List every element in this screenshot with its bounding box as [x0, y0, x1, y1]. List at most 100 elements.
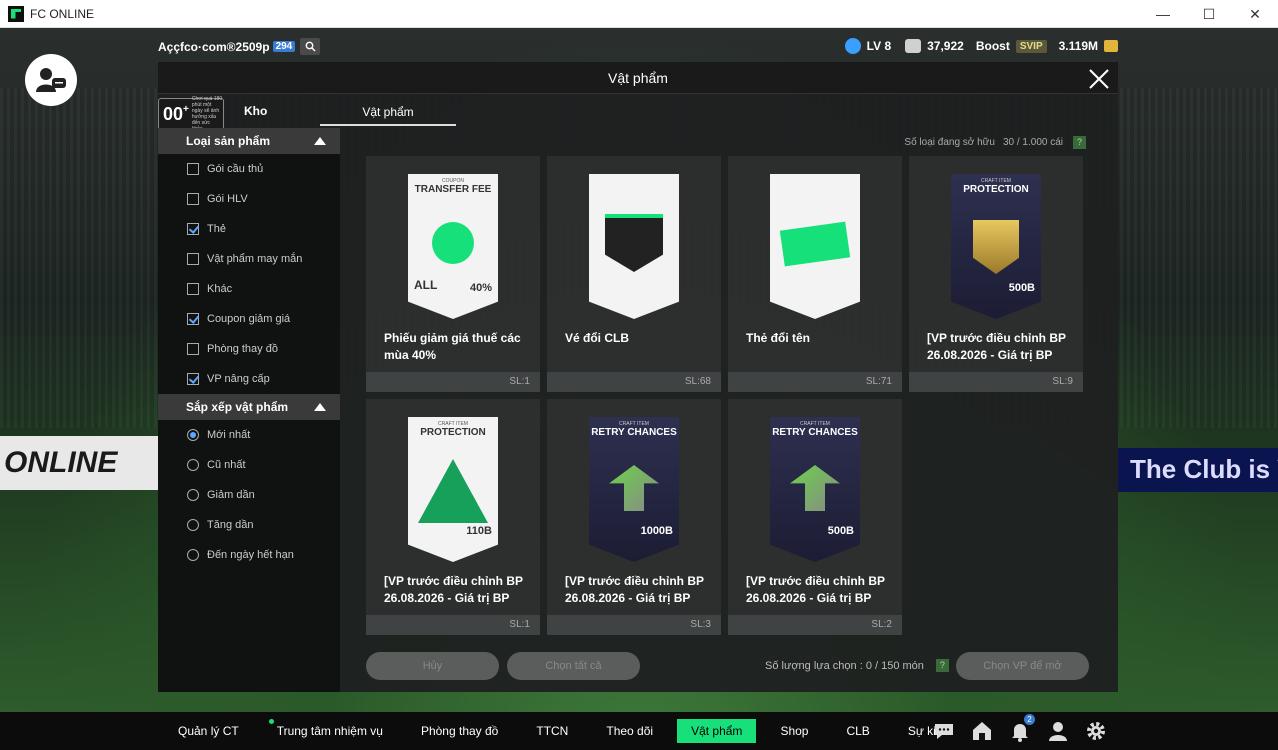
category-option[interactable]: Phòng thay đồ: [158, 334, 340, 364]
sort-option[interactable]: Mới nhất: [158, 420, 340, 450]
home-button[interactable]: [970, 719, 994, 743]
checkbox-checked-icon[interactable]: [187, 313, 199, 325]
item-card[interactable]: CRAFT ITEM PROTECTION 500B [VP trước điều c…: [909, 156, 1083, 392]
radio-icon[interactable]: [187, 519, 199, 531]
item-emblem-icon: [418, 459, 488, 523]
category-section-header[interactable]: Loại sản phẩm: [158, 128, 340, 154]
search-button[interactable]: [300, 38, 321, 55]
age-rating-plus: +: [183, 103, 189, 115]
sort-section-header[interactable]: Sắp xếp vật phẩm: [158, 394, 340, 420]
collapse-up-icon: [314, 137, 326, 145]
item-name: Thẻ đổi tên: [746, 331, 810, 345]
age-rating-number: 00: [163, 103, 184, 124]
account-info: Aççfco·com®2509p 294: [158, 38, 321, 55]
category-option[interactable]: VP nâng cấp: [158, 364, 340, 394]
sort-option[interactable]: Tăng dần: [158, 510, 340, 540]
checkbox-icon[interactable]: [187, 343, 199, 355]
svip-badge: SVIP: [1015, 39, 1047, 53]
checkbox-checked-icon[interactable]: [187, 373, 199, 385]
radio-icon[interactable]: [187, 549, 199, 561]
radio-icon[interactable]: [187, 489, 199, 501]
chat-button[interactable]: [932, 719, 956, 743]
bp-icon: [1104, 40, 1118, 52]
nav-item-label: TTCN: [536, 724, 569, 738]
friend-chat-button[interactable]: [25, 54, 77, 106]
item-card[interactable]: CRAFT ITEM RETRY CHANCES 500B [VP trước điề…: [728, 399, 902, 635]
item-art-title: PROTECTION: [420, 427, 486, 438]
nav-item-label: Theo dõi: [606, 724, 654, 738]
category-option[interactable]: Gói cầu thủ: [158, 154, 340, 184]
item-emblem-icon: [609, 465, 659, 511]
profile-button[interactable]: [1046, 719, 1070, 743]
sort-option[interactable]: Cũ nhất: [158, 450, 340, 480]
user-chat-icon: [36, 68, 66, 92]
player-stats: LV 8 37,922 Boost SVIP 3.119M: [844, 38, 1118, 54]
item-card[interactable]: CRAFT ITEM PROTECTION 110B [VP trước điều c…: [366, 399, 540, 635]
top-status-bar: Aççfco·com®2509p 294 LV 8 37,922 Boost S…: [0, 36, 1278, 58]
app-logo-icon: [8, 5, 24, 22]
nav-item-label: Shop: [780, 724, 809, 738]
nav-item[interactable]: TTCN: [522, 719, 582, 743]
checkbox-icon[interactable]: [187, 253, 199, 265]
category-option[interactable]: Khác: [158, 274, 340, 304]
item-quantity: SL:9: [909, 372, 1083, 392]
category-option[interactable]: Vật phẩm may mắn: [158, 244, 340, 274]
nav-item-label: Trung tâm nhiệm vụ: [276, 724, 383, 738]
radio-icon[interactable]: [187, 459, 199, 471]
close-window-button[interactable]: ✕: [1232, 0, 1278, 28]
item-card[interactable]: COUPON TRANSFER FEE ALL 40% Phiếu giảm giá t…: [366, 156, 540, 392]
item-art-foot-right: 40%: [469, 282, 492, 294]
nav-item[interactable]: Phòng thay đồ: [407, 719, 512, 743]
tab-vat-pham[interactable]: Vật phẩm: [320, 102, 456, 126]
item-art-foot-right: 500B: [827, 525, 854, 537]
nav-item[interactable]: CLB: [832, 719, 883, 743]
sort-option[interactable]: Đến ngày hết hạn: [158, 540, 340, 570]
item-card[interactable]: Vé đổi CLB SL:68: [547, 156, 721, 392]
help-icon[interactable]: ?: [935, 659, 949, 672]
nav-item-label: CLB: [846, 724, 870, 738]
item-art-foot-right: 110B: [466, 525, 492, 537]
category-option-label: VP nâng cấp: [207, 373, 270, 385]
category-option[interactable]: Coupon giảm giá: [158, 304, 340, 334]
tab-kho[interactable]: Kho: [244, 104, 267, 118]
nav-item[interactable]: Shop: [766, 719, 822, 743]
nav-item[interactable]: Vật phẩm: [677, 719, 757, 743]
sort-option-label: Mới nhất: [207, 429, 251, 441]
notification-button[interactable]: 2: [1008, 714, 1035, 743]
category-option[interactable]: Gói HLV: [158, 184, 340, 214]
item-art-icon: CRAFT ITEM RETRY CHANCES 1000B: [589, 417, 679, 562]
item-art-icon: [589, 174, 679, 319]
radio-selected-icon[interactable]: [187, 429, 199, 441]
checkbox-icon[interactable]: [187, 163, 199, 175]
nav-item[interactable]: Trung tâm nhiệm vụ: [263, 719, 397, 743]
new-indicator-icon: [268, 719, 274, 724]
maximize-button[interactable]: ☐: [1186, 0, 1232, 28]
item-name: [VP trước điều chỉnh BP 26.08.2026 - Giá…: [565, 574, 704, 605]
category-option[interactable]: Thẻ: [158, 214, 340, 244]
item-name: Phiếu giảm giá thuế các mùa 40%: [384, 331, 521, 362]
item-art-title: PROTECTION: [963, 184, 1029, 195]
item-card[interactable]: CRAFT ITEM RETRY CHANCES 1000B [VP trước đi…: [547, 399, 721, 635]
sort-option[interactable]: Giảm dần: [158, 480, 340, 510]
category-section-title: Loại sản phẩm: [186, 134, 271, 148]
checkbox-checked-icon[interactable]: [187, 223, 199, 235]
nav-item[interactable]: Quản lý CT: [164, 719, 253, 743]
selection-count: Số lượng lựa chọn : 0 / 150 món ?: [765, 659, 949, 672]
nav-item[interactable]: Theo dõi: [592, 719, 667, 743]
cancel-button[interactable]: Hủy: [366, 652, 499, 680]
level-value: LV 8: [866, 39, 892, 53]
checkbox-icon[interactable]: [187, 283, 199, 295]
checkbox-icon[interactable]: [187, 193, 199, 205]
settings-button[interactable]: [1084, 719, 1108, 743]
item-art-icon: CRAFT ITEM PROTECTION 500B: [951, 174, 1041, 319]
gear-icon: [1087, 722, 1105, 740]
age-rating-note: Chơi quá 180 phút một ngày sẽ ảnh hưởng …: [191, 96, 223, 132]
item-art-title: RETRY CHANCES: [591, 427, 677, 438]
close-modal-button[interactable]: [1086, 66, 1112, 92]
minimize-button[interactable]: —: [1140, 0, 1186, 28]
open-selected-button[interactable]: Chọn VP để mở: [956, 652, 1089, 680]
item-card[interactable]: CHANGENAME Thẻ đổi tên SL:71: [728, 156, 902, 392]
select-all-button[interactable]: Chọn tất cả: [507, 652, 640, 680]
chat-icon: [935, 724, 953, 739]
help-icon[interactable]: ?: [1073, 136, 1086, 149]
